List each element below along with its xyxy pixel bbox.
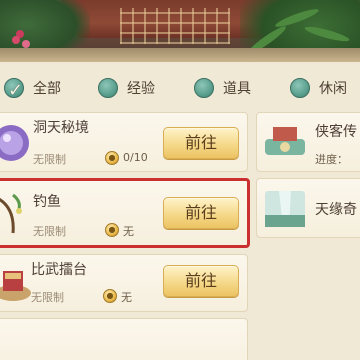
tab-radio-icon bbox=[194, 78, 214, 98]
tab-label: 全部 bbox=[33, 81, 61, 97]
tab-leisure[interactable]: 休闲 bbox=[290, 70, 347, 106]
activity-count: 无 bbox=[121, 291, 132, 304]
activity-limit: 无限制 bbox=[33, 225, 66, 238]
tab-radio-icon: ✓ bbox=[4, 78, 24, 101]
lattice-window bbox=[120, 8, 230, 44]
tab-all[interactable]: ✓ 全部 bbox=[4, 70, 61, 106]
activity-count: 无 bbox=[123, 225, 134, 238]
tab-items[interactable]: 道具 bbox=[194, 70, 251, 106]
tab-experience[interactable]: 经验 bbox=[98, 70, 155, 106]
activity-screen: ✓ 全部 经验 道具 休闲 洞天秘境 无限制 ● 0/10 前往 钓鱼 无限制 … bbox=[0, 0, 360, 360]
checkmark-icon: ✓ bbox=[8, 80, 24, 101]
go-button[interactable]: 前往 bbox=[163, 127, 239, 159]
waterfall-icon bbox=[265, 191, 305, 227]
tab-radio-icon bbox=[98, 78, 118, 98]
go-button[interactable]: 前往 bbox=[163, 197, 239, 229]
tab-label: 道具 bbox=[223, 81, 251, 97]
category-tabs: ✓ 全部 经验 道具 休闲 bbox=[0, 70, 360, 106]
side-activity-title: 天缘奇 bbox=[315, 202, 357, 218]
coin-icon: ● bbox=[105, 151, 119, 165]
activity-card-partial bbox=[0, 318, 248, 360]
coin-icon: ● bbox=[105, 223, 119, 237]
tab-label: 经验 bbox=[127, 81, 155, 97]
tab-label: 休闲 bbox=[319, 81, 347, 97]
activity-limit: 无限制 bbox=[31, 291, 64, 304]
activity-title: 钓鱼 bbox=[33, 194, 61, 210]
side-activity-progress-label: 进度： bbox=[315, 153, 348, 166]
scroll-pavilion-icon bbox=[265, 127, 305, 155]
side-activity-title: 侠客传 bbox=[315, 124, 357, 140]
side-card-fate[interactable]: 天缘奇 bbox=[256, 178, 360, 238]
flower-decoration bbox=[12, 36, 20, 44]
right-column: 侠客传 进度： 天缘奇 bbox=[256, 112, 360, 360]
activity-card-fishing[interactable]: 钓鱼 无限制 ● 无 前往 bbox=[0, 178, 250, 248]
activity-title: 比武擂台 bbox=[31, 262, 87, 278]
activity-card-secret-realm[interactable]: 洞天秘境 无限制 ● 0/10 前往 bbox=[0, 112, 248, 172]
stone-ground bbox=[0, 48, 360, 62]
activity-limit: 无限制 bbox=[33, 153, 66, 166]
tab-radio-icon bbox=[290, 78, 310, 98]
activity-count: 0/10 bbox=[123, 151, 148, 164]
activity-title: 洞天秘境 bbox=[33, 120, 89, 136]
scene-banner bbox=[0, 0, 360, 62]
activity-card-arena[interactable]: 比武擂台 无限制 ● 无 前往 bbox=[0, 254, 248, 312]
go-button[interactable]: 前往 bbox=[163, 265, 239, 297]
side-card-hero-legend[interactable]: 侠客传 进度： bbox=[256, 112, 360, 172]
coin-icon: ● bbox=[103, 289, 117, 303]
